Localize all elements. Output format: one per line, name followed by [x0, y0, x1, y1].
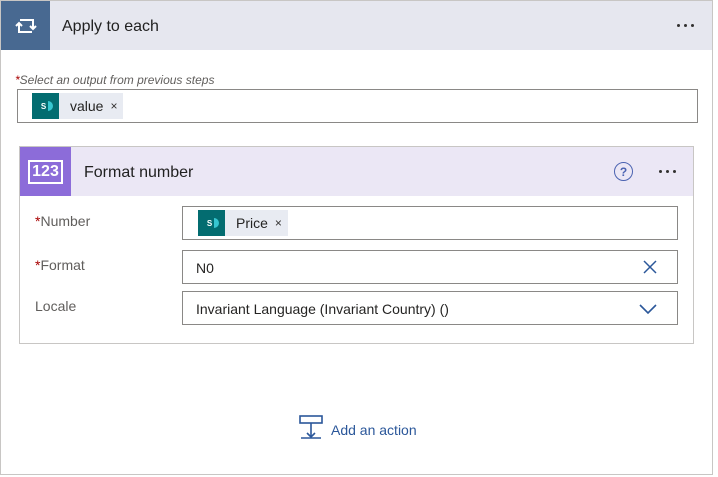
number-input[interactable]: S Price ×	[182, 206, 678, 240]
format-value: N0	[196, 260, 214, 276]
svg-text:S: S	[206, 219, 212, 228]
remove-token-icon[interactable]: ×	[103, 99, 123, 113]
remove-token-icon[interactable]: ×	[268, 216, 288, 230]
add-action-label: Add an action	[331, 421, 417, 438]
help-icon[interactable]: ?	[614, 162, 633, 181]
apply-to-each-card: Apply to each *Select an output from pre…	[0, 0, 713, 475]
locale-value: Invariant Language (Invariant Country) (…	[196, 301, 449, 317]
svg-text:S: S	[40, 102, 46, 111]
dynamic-content-token-price[interactable]: S Price ×	[198, 210, 288, 236]
select-output-label: *Select an output from previous steps	[15, 73, 215, 87]
add-an-action-button[interactable]: Add an action	[299, 415, 417, 444]
loop-title: Apply to each	[62, 18, 159, 35]
token-label: value	[70, 98, 104, 114]
locale-label: Locale	[35, 298, 77, 314]
sharepoint-icon: S	[32, 93, 59, 119]
chevron-down-icon[interactable]	[639, 302, 657, 320]
action-header[interactable]: 123 Format number ?	[20, 147, 693, 196]
loop-more-options-icon[interactable]	[677, 24, 694, 27]
select-output-input[interactable]: S value ×	[17, 89, 698, 123]
format-number-action: 123 Format number ? *Number S Price × *F…	[19, 146, 694, 344]
action-title: Format number	[84, 164, 194, 181]
locale-dropdown[interactable]: Invariant Language (Invariant Country) (…	[182, 291, 678, 325]
dynamic-content-token-value[interactable]: S value ×	[32, 93, 124, 119]
action-more-options-icon[interactable]	[659, 170, 676, 173]
token-label: Price	[236, 215, 268, 231]
clear-icon[interactable]	[643, 260, 657, 279]
format-input[interactable]: N0	[182, 250, 678, 284]
sharepoint-icon: S	[198, 210, 225, 236]
add-action-icon	[299, 415, 323, 444]
format-number-icon: 123	[20, 147, 71, 196]
number-label: *Number	[35, 213, 91, 229]
loop-icon	[1, 1, 50, 50]
loop-header[interactable]: Apply to each	[1, 1, 712, 50]
format-label: *Format	[35, 257, 85, 273]
